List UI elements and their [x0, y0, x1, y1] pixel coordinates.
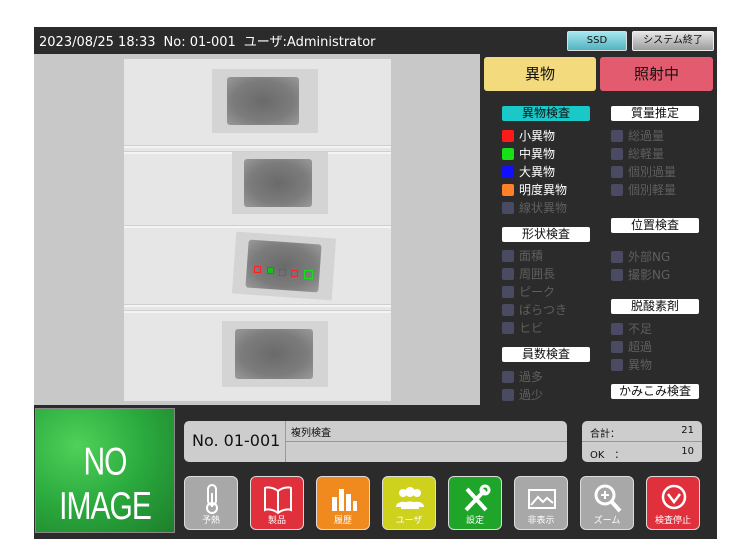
count-item: 過多: [502, 370, 543, 385]
history-button[interactable]: 履歴: [316, 476, 370, 530]
foreign-item-medium: 中異物: [502, 147, 555, 162]
product-panel[interactable]: No. 01-001 複列検査: [184, 421, 567, 462]
zoom-icon: [594, 484, 622, 513]
product-number: No. 01-001: [192, 431, 281, 450]
header-info: 2023/08/25 18:33 No: 01-001 ユーザ:Administra…: [39, 31, 384, 50]
oxygen-item: 不足: [611, 322, 652, 337]
top-bar: 2023/08/25 18:33 No: 01-001 ユーザ:Administra…: [34, 27, 717, 53]
ssd-button[interactable]: SSD: [567, 31, 627, 51]
red-indicator: [502, 130, 514, 142]
position-item: 撮影NG: [611, 268, 670, 283]
header-user: ユーザ:Administrator: [243, 35, 376, 50]
ok-count-row: OK ： 10: [590, 446, 694, 461]
total-count-row: 合計： 21: [590, 425, 694, 440]
count-panel: 合計： 21 OK ： 10: [582, 421, 702, 462]
foreign-status-indicator: 異物: [484, 57, 596, 91]
shape-item: ピーク: [502, 285, 555, 300]
users-icon: [396, 487, 424, 509]
oxygen-item: 異物: [611, 358, 652, 373]
stop-icon: [661, 484, 687, 510]
foreign-marker-medium: [267, 267, 274, 274]
orange-indicator: [502, 184, 514, 196]
foreign-marker-small: [291, 270, 298, 277]
app-window: 2023/08/25 18:33 No: 01-001 ユーザ:Administra…: [34, 27, 717, 539]
button-label: 検査停止: [654, 516, 691, 526]
shape-item: ヒビ: [502, 321, 543, 336]
mass-estimation-title[interactable]: 質量推定: [611, 106, 699, 121]
status-side-panel: 異物 照射中 異物検査 小異物 中異物 大異物 明度異物 線状異物 形状検査 面…: [482, 54, 717, 405]
oxygen-absorber-title[interactable]: 脱酸素剤: [611, 299, 699, 314]
package-contents: [235, 329, 313, 379]
header-number: No: 01-001: [163, 35, 236, 50]
shape-inspection-title[interactable]: 形状検査: [502, 227, 590, 242]
hide-button[interactable]: 非表示: [514, 476, 568, 530]
shape-item: 面積: [502, 249, 543, 264]
user-button[interactable]: ユーザ: [382, 476, 436, 530]
count-inspection-title[interactable]: 員数検査: [502, 347, 590, 362]
package-contents: [244, 159, 312, 207]
button-label: 設定: [465, 516, 484, 526]
thermometer-icon: [206, 484, 218, 514]
preheat-button[interactable]: 予熱: [184, 476, 238, 530]
foreign-marker-small: [254, 266, 261, 273]
button-label: ユーザ: [395, 516, 423, 526]
blue-indicator: [502, 166, 514, 178]
foreign-marker-medium: [304, 270, 313, 279]
book-icon: [264, 486, 292, 515]
xray-image-area: [34, 54, 480, 405]
product-button[interactable]: 製品: [250, 476, 304, 530]
hide-icon: [528, 489, 556, 509]
button-label: 予熱: [201, 516, 220, 526]
foreign-item-large: 大異物: [502, 165, 555, 180]
position-item: 外部NG: [611, 250, 670, 265]
zoom-button[interactable]: ズーム: [580, 476, 634, 530]
foreign-item-linear: 線状異物: [502, 201, 567, 216]
lane-divider: [124, 145, 391, 148]
mass-item: 総過量: [611, 129, 664, 144]
foreign-inspection-title[interactable]: 異物検査: [502, 106, 590, 121]
foreign-item-brightness: 明度異物: [502, 183, 567, 198]
divider: [582, 441, 702, 442]
divider: [286, 441, 567, 442]
shape-item: 周囲長: [502, 267, 555, 282]
mass-item: 総軽量: [611, 147, 664, 162]
lane-divider: [124, 310, 391, 313]
bottom-panel: NO IMAGE No. 01-001 複列検査 合計： 21 OK ： 10 予熱…: [34, 407, 717, 539]
button-label: 非表示: [527, 516, 555, 526]
shape-item: ばらつき: [502, 303, 567, 318]
mass-item: 個別過量: [611, 165, 676, 180]
count-item: 過少: [502, 388, 543, 403]
package-contents: [227, 77, 299, 125]
mass-item: 個別軽量: [611, 183, 676, 198]
lane-divider: [124, 304, 391, 307]
stop-inspection-button[interactable]: 検査停止: [646, 476, 700, 530]
foreign-marker-small: [279, 269, 286, 276]
position-inspection-title[interactable]: 位置検査: [611, 218, 699, 233]
settings-button[interactable]: 設定: [448, 476, 502, 530]
oxygen-item: 超過: [611, 340, 652, 355]
xray-image: [124, 59, 391, 401]
bite-inspection-title[interactable]: かみこみ検査: [611, 384, 699, 399]
foreign-item-small: 小異物: [502, 129, 555, 144]
button-label: ズーム: [593, 516, 621, 526]
inactive-indicator: [502, 202, 514, 214]
product-name: 複列検査: [291, 428, 331, 439]
button-label: 履歴: [333, 516, 352, 526]
system-exit-button[interactable]: システム終了: [632, 31, 714, 51]
green-indicator: [502, 148, 514, 160]
thumbnail-placeholder: NO IMAGE: [35, 408, 175, 533]
button-label: 製品: [267, 516, 286, 526]
irradiating-status-indicator: 照射中: [600, 57, 713, 91]
datetime: 2023/08/25 18:33: [39, 35, 156, 50]
tools-icon: [464, 484, 491, 512]
lane-divider: [124, 225, 391, 228]
bar-chart-icon: [332, 489, 357, 511]
